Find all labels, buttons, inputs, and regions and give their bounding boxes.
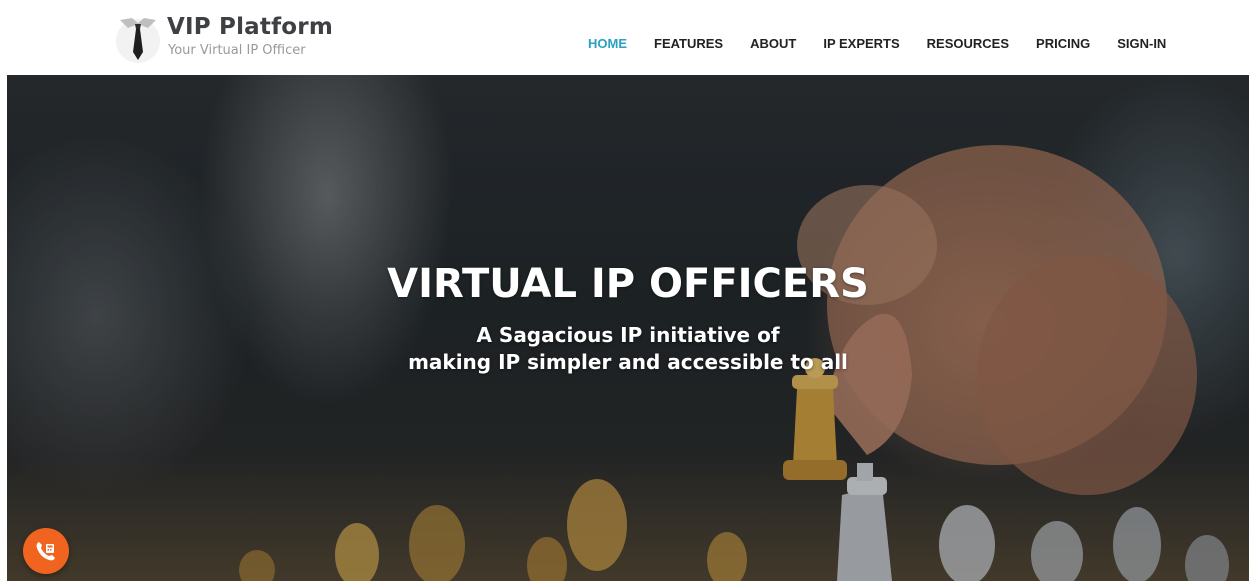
- nav-resources[interactable]: RESOURCES: [927, 36, 1009, 52]
- nav-sign-in[interactable]: SIGN-IN: [1117, 36, 1166, 52]
- hero-subtitle-line1: A Sagacious IP initiative of: [476, 323, 780, 347]
- hero-subtitle-line2: making IP simpler and accessible to all: [408, 350, 848, 374]
- hero-title: VIRTUAL IP OFFICERS: [387, 261, 869, 307]
- call-button[interactable]: [23, 528, 69, 574]
- logo[interactable]: VIP Platform Your Virtual IP Officer: [114, 12, 354, 68]
- logo-subtitle: Your Virtual IP Officer: [168, 43, 306, 58]
- phone-icon: [36, 542, 55, 561]
- nav-ip-experts[interactable]: IP EXPERTS: [823, 36, 899, 52]
- main-nav: HOME FEATURES ABOUT IP EXPERTS RESOURCES…: [588, 36, 1166, 52]
- nav-about[interactable]: ABOUT: [750, 36, 796, 52]
- necktie-icon: [116, 18, 160, 63]
- logo-title: VIP Platform: [167, 14, 333, 40]
- site-header: VIP Platform Your Virtual IP Officer HOM…: [0, 0, 1249, 75]
- nav-features[interactable]: FEATURES: [654, 36, 723, 52]
- hero-subtitle: A Sagacious IP initiative of making IP s…: [7, 322, 1249, 376]
- hero-text: VIRTUAL IP OFFICERS A Sagacious IP initi…: [7, 75, 1249, 581]
- nav-home[interactable]: HOME: [588, 36, 627, 52]
- nav-pricing[interactable]: PRICING: [1036, 36, 1090, 52]
- hero-banner: VIRTUAL IP OFFICERS A Sagacious IP initi…: [7, 75, 1249, 581]
